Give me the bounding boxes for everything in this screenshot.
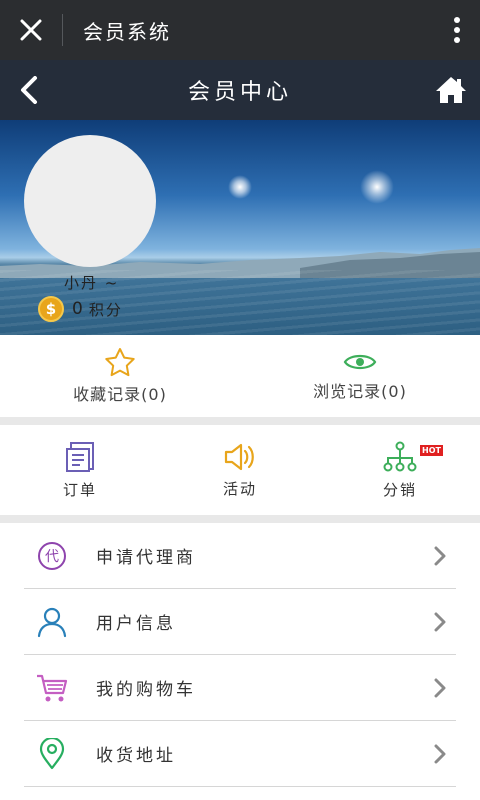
favorites-record[interactable]: 收藏记录(0) (0, 335, 240, 417)
points-unit: 积分 (88, 300, 123, 319)
history-label: 浏览记录(0) (313, 382, 407, 401)
app-title: 会员系统 (83, 19, 171, 44)
agent-icon-text: 代 (45, 549, 59, 565)
more-button[interactable] (434, 0, 480, 60)
coin-icon: $ (38, 296, 64, 322)
activities-button[interactable]: 活动 (160, 425, 320, 515)
chevron-left-icon (21, 76, 37, 104)
location-icon (36, 737, 68, 770)
section-divider (0, 515, 480, 523)
orders-button[interactable]: 订单 (0, 425, 160, 515)
menu-item-user-info[interactable]: 用户信息 (24, 589, 456, 655)
menu-label: 收货地址 (96, 746, 176, 766)
points-value: 0 (72, 299, 83, 319)
page-title: 会员中心 (187, 80, 292, 105)
user-icon (36, 606, 68, 638)
menu-label: 用户信息 (96, 614, 176, 634)
star-icon (105, 348, 135, 377)
agent-icon: 代 (36, 540, 68, 572)
orders-label: 订单 (62, 480, 97, 499)
back-button[interactable] (0, 60, 58, 120)
home-button[interactable] (422, 60, 480, 120)
chevron-right-icon (430, 610, 450, 634)
points-display[interactable]: $ 0 积分 (38, 296, 123, 322)
chevron-right-icon (430, 742, 450, 766)
eye-icon (343, 354, 377, 370)
menu-item-shipping-address[interactable]: 收货地址 (24, 721, 456, 787)
order-icon (66, 441, 94, 472)
menu-label: 申请代理商 (96, 548, 196, 568)
speaker-icon (224, 443, 254, 470)
username: 小丹 ~ (64, 274, 120, 292)
chevron-right-icon (430, 544, 450, 568)
menu-list: 代 申请代理商 用户信息 我的购物车 收货地址 (0, 523, 480, 787)
activities-label: 活动 (222, 479, 257, 498)
close-icon (20, 19, 42, 41)
history-record[interactable]: 浏览记录(0) (240, 335, 480, 417)
distribution-button[interactable]: HOT 分销 (320, 425, 480, 515)
hot-badge: HOT (420, 445, 443, 456)
distribution-label: 分销 (382, 480, 417, 499)
top-bar: 会员系统 (0, 0, 480, 60)
banner-sun (360, 170, 394, 204)
cart-icon (36, 672, 68, 704)
close-button[interactable] (0, 0, 62, 60)
distribution-icon (383, 441, 417, 471)
banner-sun (228, 175, 252, 199)
quick-actions: 订单 活动 HOT 分销 (0, 425, 480, 515)
menu-item-apply-agent[interactable]: 代 申请代理商 (24, 523, 456, 589)
menu-item-shopping-cart[interactable]: 我的购物车 (24, 655, 456, 721)
nav-bar: 会员中心 (0, 60, 480, 120)
more-vertical-icon (454, 17, 460, 43)
menu-label: 我的购物车 (96, 680, 196, 700)
home-icon (436, 77, 466, 103)
records-row: 收藏记录(0) 浏览记录(0) (0, 335, 480, 417)
chevron-right-icon (430, 676, 450, 700)
divider (62, 14, 63, 46)
favorites-label: 收藏记录(0) (73, 385, 167, 404)
section-divider (0, 417, 480, 425)
avatar[interactable] (24, 135, 156, 267)
